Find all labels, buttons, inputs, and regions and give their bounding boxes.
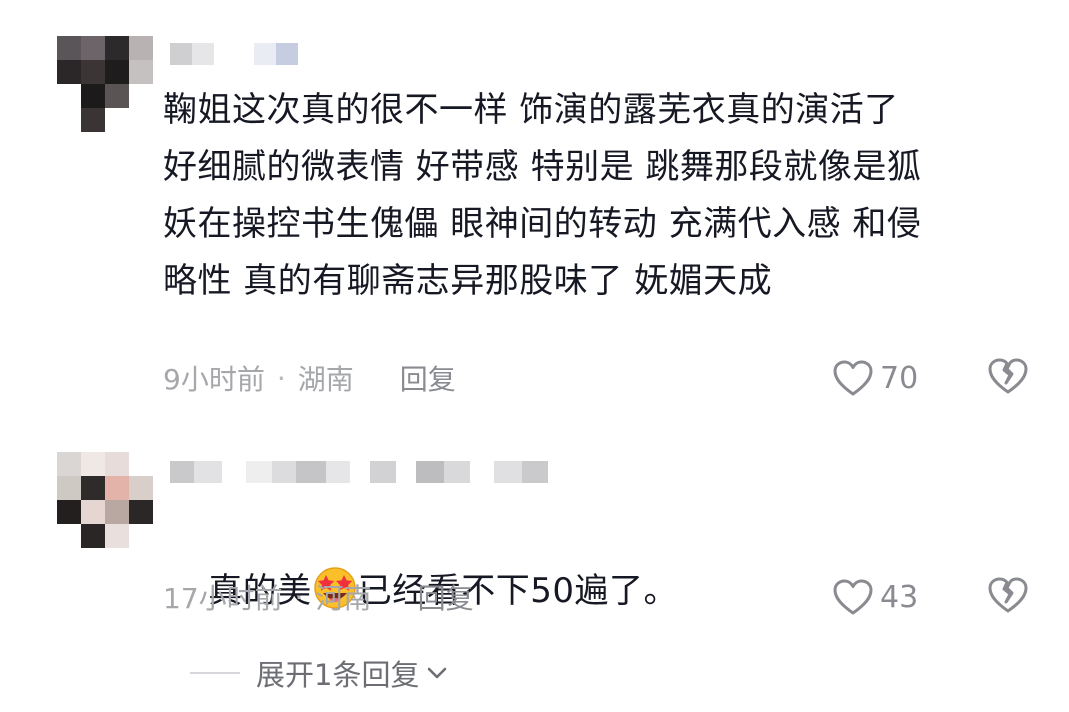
like-count: 43: [880, 579, 919, 615]
heart-outline-icon: [833, 579, 873, 615]
comment-item: 真的美 已经看不下50遍了。 17小时前 · 河南 回复 43 展开1条回复: [0, 440, 1069, 712]
username[interactable]: [170, 34, 298, 74]
expand-label: 展开1条回复: [256, 658, 420, 692]
comment-time: 9小时前: [163, 363, 265, 396]
comment-time: 17小时前: [163, 582, 283, 615]
like-button[interactable]: 43: [832, 575, 918, 619]
comment-text: 鞠姐这次真的很不一样 饰演的露芜衣真的演活了 好细腻的微表情 好带感 特别是 跳…: [163, 90, 922, 301]
dislike-button[interactable]: [986, 356, 1030, 400]
avatar[interactable]: [57, 452, 153, 548]
dislike-button[interactable]: [986, 575, 1030, 619]
broken-heart-icon: [988, 577, 1028, 613]
chevron-down-icon: [428, 667, 447, 679]
like-count: 70: [880, 360, 919, 396]
heart-outline-icon: [833, 360, 873, 396]
meta-separator: ·: [294, 580, 304, 614]
comment-location: 湖南: [297, 363, 354, 396]
like-button[interactable]: 70: [832, 356, 918, 400]
comment-item: 鞠姐这次真的很不一样 饰演的露芜衣真的演活了 好细腻的微表情 好带感 特别是 跳…: [0, 0, 1069, 410]
avatar[interactable]: [57, 36, 153, 132]
broken-heart-icon: [988, 358, 1028, 394]
reply-button[interactable]: 回复: [418, 577, 474, 617]
comment-meta: 9小时前 · 湖南 回复: [163, 358, 456, 398]
comment-location: 河南: [315, 582, 372, 615]
comment-meta: 17小时前 · 河南 回复: [163, 577, 474, 617]
reply-button[interactable]: 回复: [400, 358, 456, 398]
meta-separator: ·: [276, 361, 286, 395]
expand-divider: [190, 672, 240, 674]
username[interactable]: [170, 452, 548, 492]
expand-replies-button[interactable]: 展开1条回复: [190, 648, 447, 698]
